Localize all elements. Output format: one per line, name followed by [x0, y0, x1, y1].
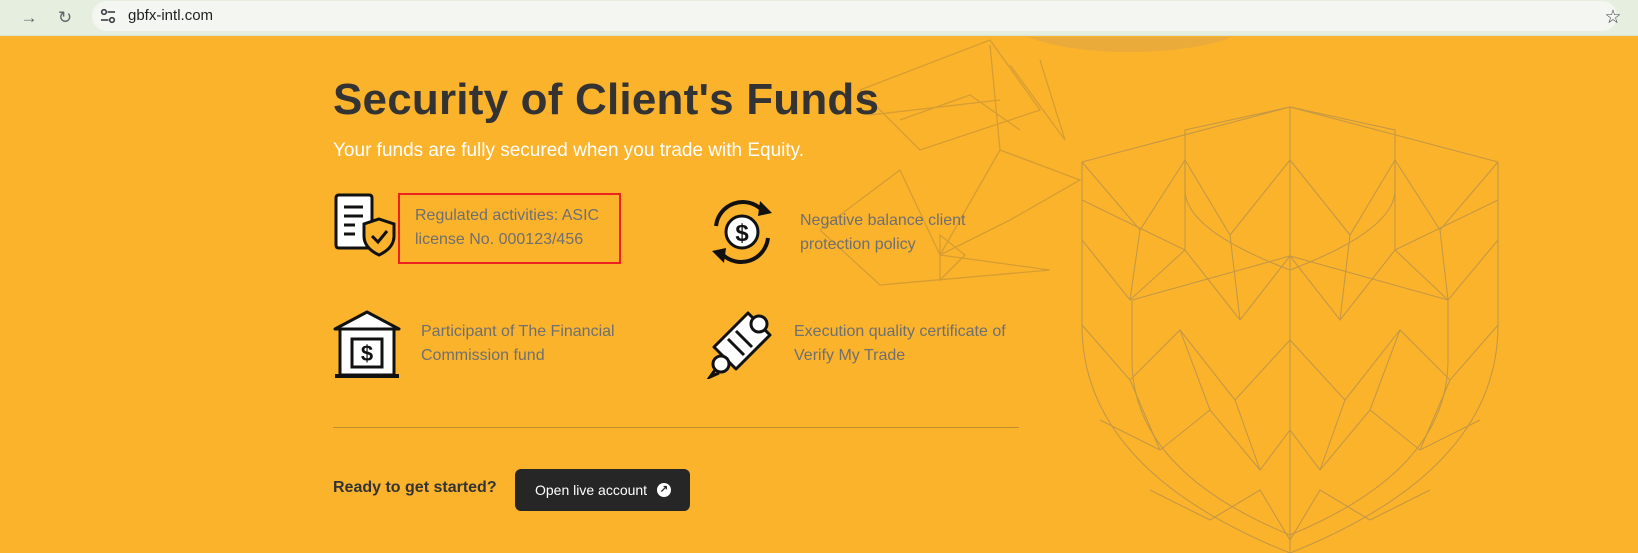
document-shield-icon: [334, 193, 396, 257]
feature-certificate-text: Execution quality certificate of Verify …: [794, 323, 1006, 364]
url-text[interactable]: gbfx-intl.com: [128, 7, 213, 24]
svg-text:$: $: [735, 220, 749, 247]
feature-financial-commission-text: Participant of The Financial Commission …: [421, 323, 615, 364]
cta-prompt: Ready to get started?: [333, 479, 497, 496]
open-live-account-button[interactable]: Open live account ↗: [515, 469, 690, 511]
browser-toolbar: → ↻ gbfx-intl.com ☆: [0, 0, 1638, 36]
arrow-up-right-icon: ↗: [657, 483, 671, 497]
address-bar[interactable]: gbfx-intl.com: [92, 1, 1617, 31]
feature-regulated-text: Regulated activities: ASIC license No. 0…: [415, 207, 600, 248]
bookmark-star-icon[interactable]: ☆: [1599, 4, 1627, 32]
page-title: Security of Client's Funds: [333, 75, 880, 124]
section-divider: [333, 427, 1019, 428]
certificate-scroll-icon: [706, 311, 772, 379]
site-settings-icon[interactable]: [100, 8, 116, 24]
reload-icon[interactable]: ↻: [51, 4, 79, 32]
page-subtitle: Your funds are fully secured when you tr…: [333, 140, 805, 161]
svg-text:$: $: [361, 341, 373, 366]
forward-arrow-icon[interactable]: →: [15, 4, 43, 32]
dollar-cycle-icon: $: [712, 200, 772, 264]
feature-negative-balance-text: Negative balance client protection polic…: [800, 212, 966, 253]
bank-vault-icon: $: [333, 310, 401, 378]
cta-button-label: Open live account: [535, 482, 648, 498]
